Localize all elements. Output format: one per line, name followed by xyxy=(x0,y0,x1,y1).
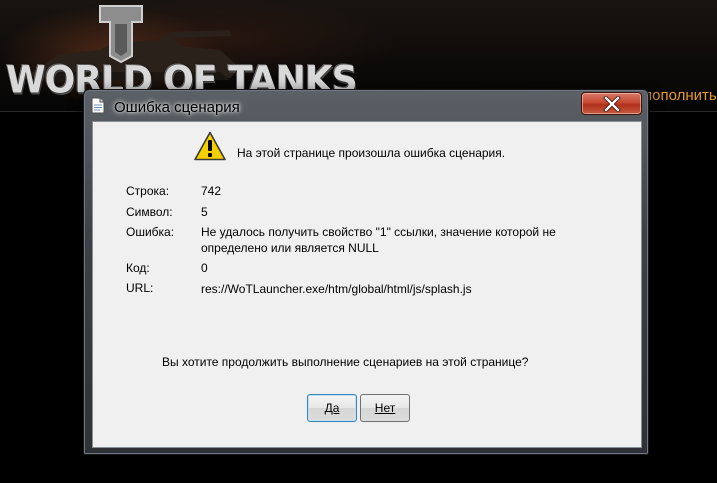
no-button[interactable]: Нет xyxy=(360,394,410,422)
code-value: 0 xyxy=(201,261,208,275)
document-icon xyxy=(91,97,105,114)
char-label: Символ: xyxy=(126,205,173,219)
url-label: URL: xyxy=(126,281,154,295)
yes-button-label: Да xyxy=(324,401,340,415)
dialog-title: Ошибка сценария xyxy=(114,99,240,116)
top-up-link[interactable]: пополнить xyxy=(644,87,717,104)
code-label: Код: xyxy=(126,261,150,275)
dialog-content: На этой странице произошла ошибка сценар… xyxy=(92,121,642,448)
error-value: Не удалось получить свойство "1" ссылки,… xyxy=(201,225,556,255)
warning-icon xyxy=(194,131,226,161)
url-value: res://WoTLauncher.exe/htm/global/html/js… xyxy=(201,282,472,296)
script-error-dialog: Ошибка сценария На этой странице произош… xyxy=(83,89,649,455)
continue-question: Вы хотите продолжить выполнение сценарие… xyxy=(162,355,529,369)
no-button-label: Нет xyxy=(374,401,396,415)
close-icon xyxy=(603,96,621,112)
line-label: Строка: xyxy=(126,184,170,198)
line-value: 742 xyxy=(201,184,222,198)
dialog-titlebar[interactable]: Ошибка сценария xyxy=(84,90,648,120)
error-label: Ошибка: xyxy=(126,225,175,239)
error-message: На этой странице произошла ошибка сценар… xyxy=(237,146,506,160)
char-value: 5 xyxy=(201,205,208,219)
close-button[interactable] xyxy=(581,92,642,115)
yes-button[interactable]: Да xyxy=(307,394,357,422)
tank-emblem-logo xyxy=(99,5,143,64)
